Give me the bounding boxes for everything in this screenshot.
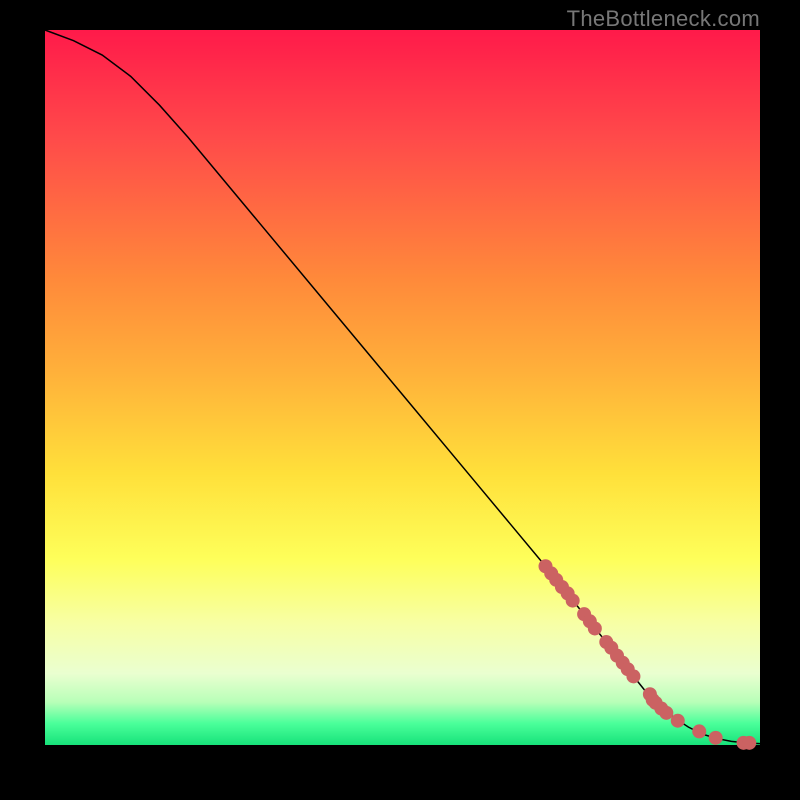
curve-marker bbox=[671, 714, 685, 728]
curve-marker bbox=[692, 724, 706, 738]
curve-marker bbox=[626, 669, 640, 683]
watermark-text: TheBottleneck.com bbox=[567, 6, 760, 32]
curve-markers bbox=[539, 559, 757, 750]
bottleneck-curve bbox=[45, 30, 760, 744]
curve-marker bbox=[659, 706, 673, 720]
chart-overlay bbox=[45, 30, 760, 745]
curve-marker bbox=[709, 731, 723, 745]
curve-marker bbox=[742, 736, 756, 750]
curve-marker bbox=[566, 594, 580, 608]
curve-marker bbox=[588, 621, 602, 635]
chart-frame: TheBottleneck.com bbox=[0, 0, 800, 800]
